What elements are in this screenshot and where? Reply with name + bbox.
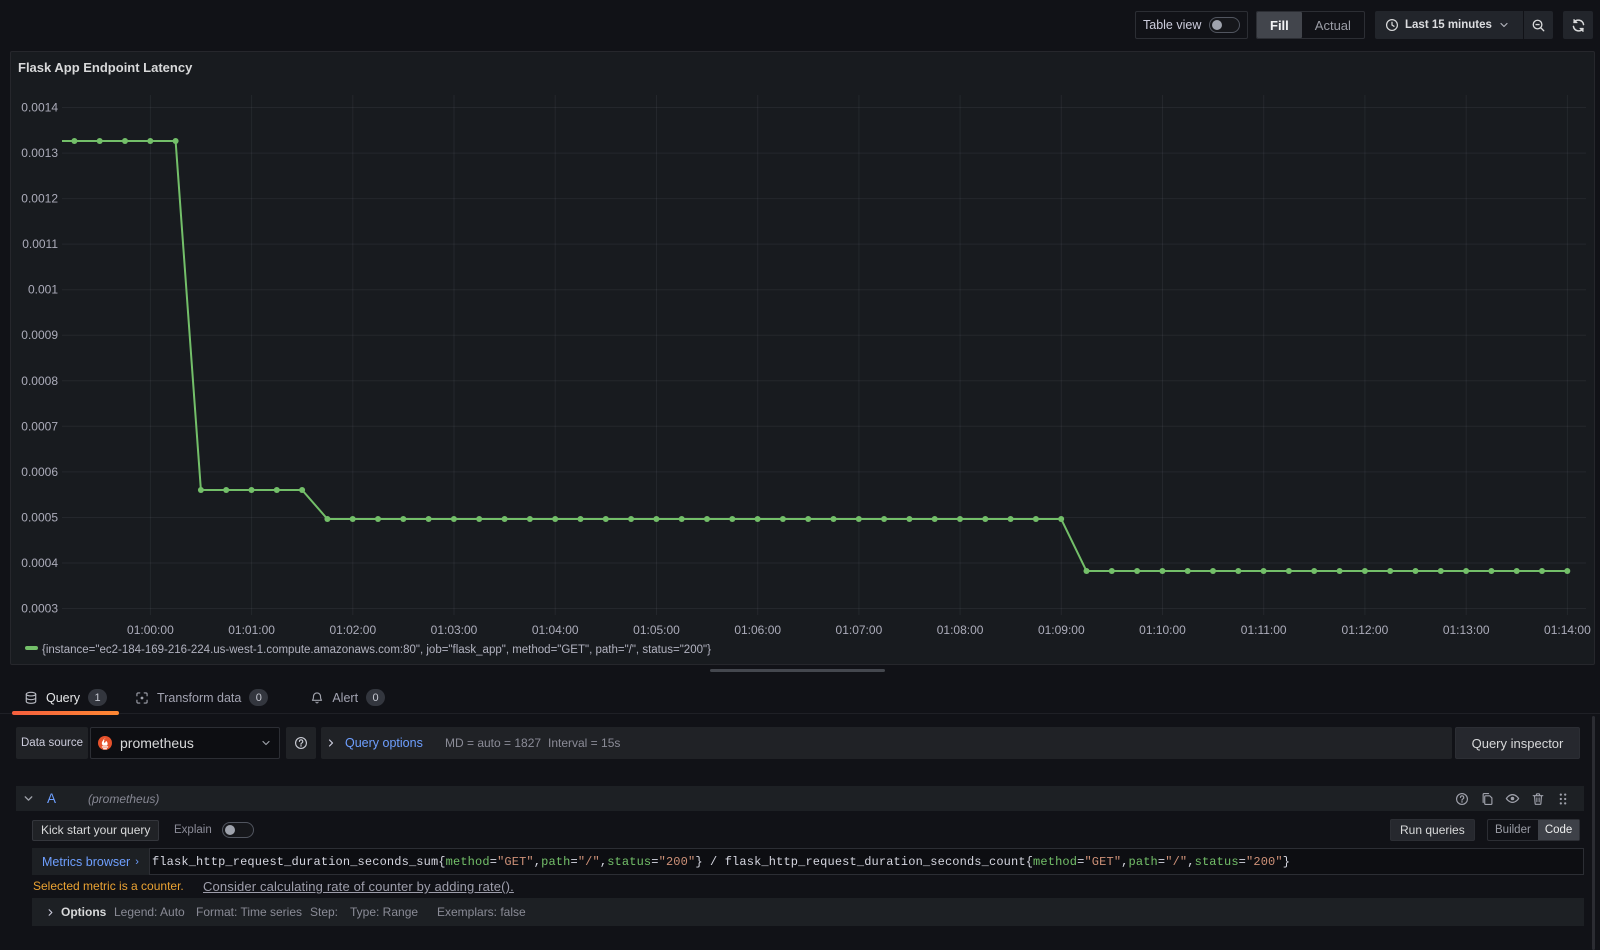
svg-text:0.0007: 0.0007	[21, 419, 58, 433]
svg-text:01:03:00: 01:03:00	[431, 623, 478, 637]
svg-text:0.0008: 0.0008	[21, 374, 58, 388]
svg-text:0.0014: 0.0014	[21, 101, 58, 115]
svg-text:0.001: 0.001	[28, 283, 58, 297]
svg-text:01:07:00: 01:07:00	[836, 623, 883, 637]
svg-text:01:06:00: 01:06:00	[734, 623, 781, 637]
svg-text:01:04:00: 01:04:00	[532, 623, 579, 637]
svg-text:01:05:00: 01:05:00	[633, 623, 680, 637]
svg-text:0.0004: 0.0004	[21, 556, 58, 570]
svg-text:0.0003: 0.0003	[21, 602, 58, 616]
svg-text:01:00:00: 01:00:00	[127, 623, 174, 637]
svg-text:01:14:00: 01:14:00	[1544, 623, 1591, 637]
svg-text:01:12:00: 01:12:00	[1342, 623, 1389, 637]
svg-text:0.0009: 0.0009	[21, 328, 58, 342]
svg-text:01:01:00: 01:01:00	[228, 623, 275, 637]
svg-text:{instance="ec2-184-169-216-224: {instance="ec2-184-169-216-224.us-west-1…	[42, 644, 711, 656]
svg-text:01:08:00: 01:08:00	[937, 623, 984, 637]
svg-text:0.0006: 0.0006	[21, 465, 58, 479]
svg-text:01:13:00: 01:13:00	[1443, 623, 1490, 637]
svg-text:01:09:00: 01:09:00	[1038, 623, 1085, 637]
svg-text:01:10:00: 01:10:00	[1139, 623, 1186, 637]
svg-text:0.0011: 0.0011	[22, 237, 58, 251]
svg-text:0.0013: 0.0013	[21, 146, 58, 160]
svg-text:0.0012: 0.0012	[21, 192, 58, 206]
svg-text:01:11:00: 01:11:00	[1241, 623, 1287, 637]
svg-text:0.0005: 0.0005	[21, 511, 58, 525]
svg-text:01:02:00: 01:02:00	[329, 623, 376, 637]
